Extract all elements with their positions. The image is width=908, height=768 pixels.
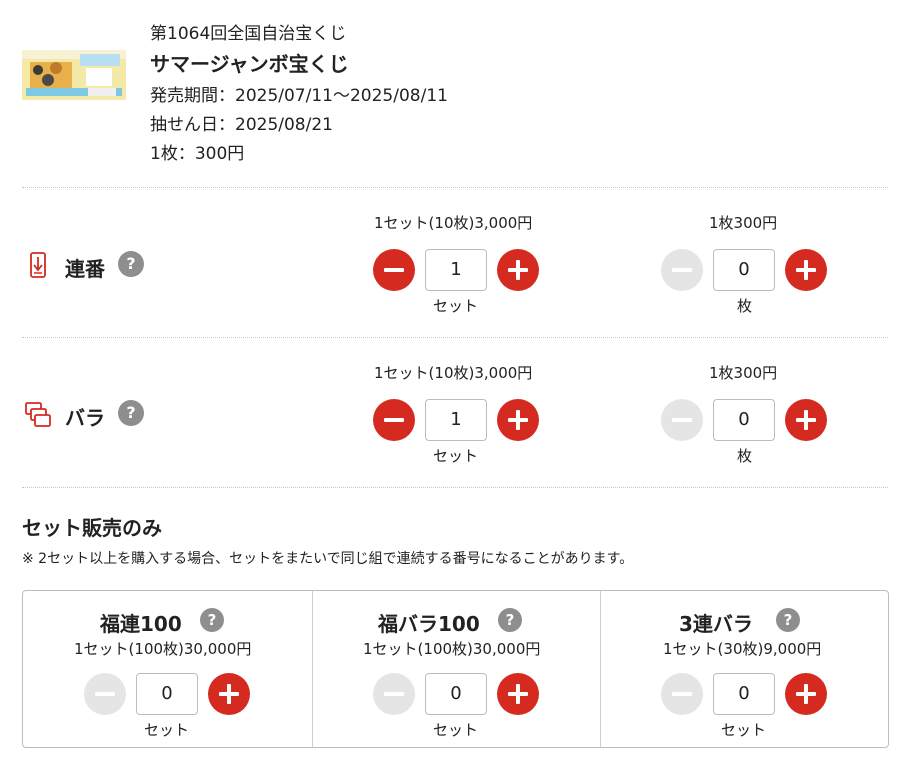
- set-item-title: 福連100: [100, 612, 182, 636]
- decrement-set-button[interactable]: [373, 249, 415, 291]
- minus-icon: [95, 692, 115, 696]
- increment-button[interactable]: [497, 673, 539, 715]
- single-unit-label: 枚: [737, 447, 753, 465]
- lottery-round: 第1064回全国自治宝くじ: [150, 24, 347, 44]
- increment-set-button[interactable]: [497, 399, 539, 441]
- single-price: 1枚300円: [709, 364, 778, 382]
- minus-icon: [672, 692, 692, 696]
- unit-label: セット: [721, 721, 767, 739]
- minus-icon: [672, 418, 692, 422]
- column-divider: [600, 591, 601, 747]
- minus-icon: [384, 268, 404, 272]
- row-label: バラ: [65, 406, 105, 430]
- help-icon[interactable]: ?: [118, 400, 144, 426]
- lottery-title: サマージャンボ宝くじ: [150, 52, 349, 76]
- increment-single-button[interactable]: [785, 249, 827, 291]
- quantity-input[interactable]: 0: [136, 673, 198, 715]
- quantity-input[interactable]: 0: [425, 673, 487, 715]
- help-icon[interactable]: ?: [200, 608, 224, 632]
- consecutive-number-icon: [24, 251, 52, 279]
- divider: [22, 487, 888, 488]
- set-note: ※ 2セット以上を購入する場合、セットをまたいで同じ組で連続する番号になることが…: [22, 551, 634, 567]
- single-price: 1枚300円: [709, 214, 778, 232]
- help-icon[interactable]: ?: [776, 608, 800, 632]
- set-item-price: 1セット(100枚)30,000円: [363, 640, 541, 658]
- help-icon[interactable]: ?: [118, 251, 144, 277]
- column-divider: [312, 591, 313, 747]
- set-item-price: 1セット(100枚)30,000円: [74, 640, 252, 658]
- row-label: 連番: [65, 257, 105, 281]
- divider: [22, 187, 888, 188]
- minus-icon: [384, 692, 404, 696]
- unit-label: セット: [433, 721, 479, 739]
- set-item-title: 福バラ100: [378, 612, 480, 636]
- scattered-number-icon: [24, 400, 52, 428]
- unit-price: 1枚：300円: [150, 144, 245, 164]
- unit-label: セット: [144, 721, 190, 739]
- single-unit-label: 枚: [737, 297, 753, 315]
- help-icon[interactable]: ?: [498, 608, 522, 632]
- set-item-price: 1セット(30枚)9,000円: [663, 640, 822, 658]
- single-quantity-input[interactable]: 0: [713, 249, 775, 291]
- single-quantity-input[interactable]: 0: [713, 399, 775, 441]
- set-price: 1セット(10枚)3,000円: [374, 364, 533, 382]
- increment-button[interactable]: [785, 673, 827, 715]
- set-quantity-input[interactable]: 1: [425, 399, 487, 441]
- set-price: 1セット(10枚)3,000円: [374, 214, 533, 232]
- decrement-set-button[interactable]: [373, 399, 415, 441]
- sale-period: 発売期間：2025/07/11〜2025/08/11: [150, 86, 448, 106]
- decrement-button[interactable]: [84, 673, 126, 715]
- decrement-single-button[interactable]: [661, 399, 703, 441]
- set-unit-label: セット: [433, 297, 479, 315]
- set-quantity-input[interactable]: 1: [425, 249, 487, 291]
- section-title: セット販売のみ: [22, 516, 162, 540]
- minus-icon: [672, 268, 692, 272]
- divider: [22, 337, 888, 338]
- set-only-panel: 福連100 ? 1セット(100枚)30,000円 0 セット 福バラ100 ?…: [22, 590, 889, 748]
- set-item-title: 3連バラ: [679, 612, 753, 636]
- minus-icon: [384, 418, 404, 422]
- decrement-single-button[interactable]: [661, 249, 703, 291]
- increment-set-button[interactable]: [497, 249, 539, 291]
- decrement-button[interactable]: [373, 673, 415, 715]
- lottery-info: 第1064回全国自治宝くじ サマージャンボ宝くじ 発売期間：2025/07/11…: [150, 24, 448, 173]
- lottery-ticket-image: [22, 50, 126, 100]
- quantity-input[interactable]: 0: [713, 673, 775, 715]
- decrement-button[interactable]: [661, 673, 703, 715]
- set-unit-label: セット: [433, 447, 479, 465]
- draw-date: 抽せん日：2025/08/21: [150, 115, 333, 135]
- increment-single-button[interactable]: [785, 399, 827, 441]
- increment-button[interactable]: [208, 673, 250, 715]
